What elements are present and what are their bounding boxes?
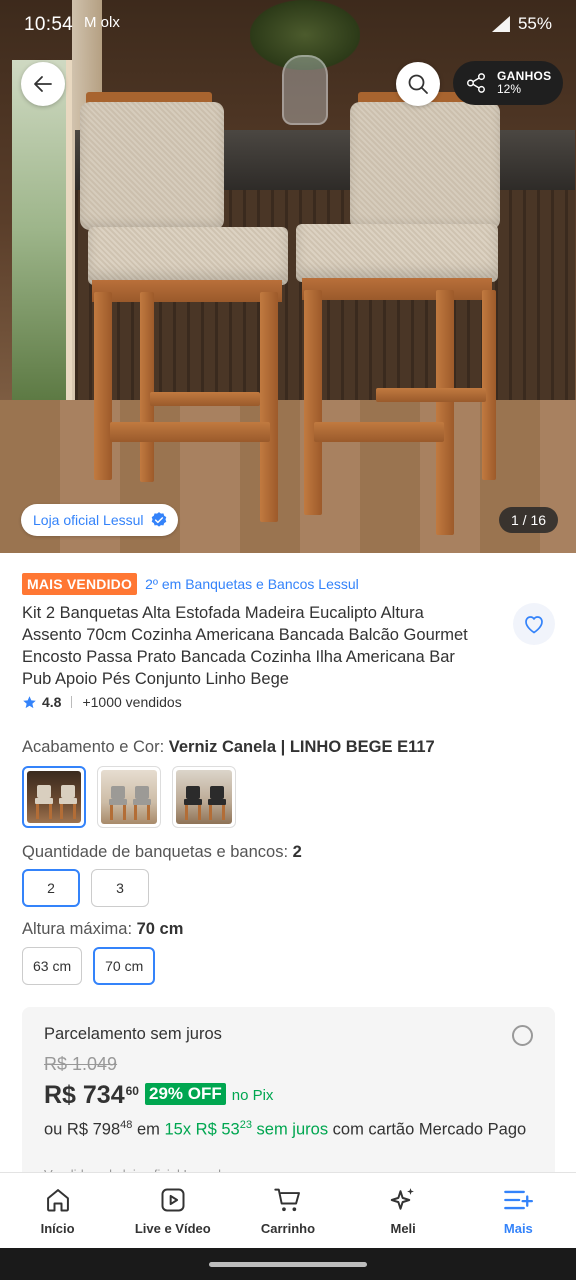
- nav-label-mais: Mais: [503, 1221, 533, 1236]
- discount-badge: 29% OFF: [144, 1083, 226, 1105]
- installment-connector: em: [132, 1120, 165, 1139]
- status-app-icons: M olx: [84, 14, 120, 31]
- rating-row[interactable]: 4.8 +1000 vendidos: [22, 694, 182, 710]
- finish-option-label: Acabamento e Cor: Verniz Canela | LINHO …: [22, 738, 435, 757]
- category-rank-link[interactable]: 2º em Banquetas e Bancos Lessul: [145, 576, 359, 592]
- finish-value: Verniz Canela | LINHO BEGE E117: [168, 738, 435, 756]
- heart-icon: [525, 616, 543, 634]
- status-bar: 10:54 M olx 55%: [0, 0, 576, 52]
- quantity-option-2[interactable]: 2: [22, 869, 80, 907]
- star-icon: [23, 695, 36, 708]
- quantity-value: 2: [292, 843, 302, 861]
- system-gesture-bar: [0, 1248, 576, 1280]
- current-price-cents: 60: [125, 1084, 139, 1098]
- share-percent: 12%: [497, 82, 522, 96]
- product-title: Kit 2 Banquetas Alta Estofada Madeira Eu…: [22, 604, 468, 688]
- back-button[interactable]: [21, 62, 65, 106]
- favorite-button[interactable]: [513, 603, 555, 645]
- installment-title: Parcelamento sem juros: [44, 1025, 222, 1043]
- nav-item-mais[interactable]: Mais: [468, 1185, 568, 1236]
- nav-item-meli[interactable]: Meli: [353, 1185, 453, 1236]
- product-image-gallery[interactable]: 10:54 M olx 55% GANHOS 12% Loja oficial …: [0, 0, 576, 553]
- play-icon: [161, 1188, 185, 1212]
- nav-item-live-video[interactable]: Live e Vídeo: [123, 1185, 223, 1236]
- installment-plan: 15x R$ 53: [164, 1120, 240, 1139]
- gesture-handle[interactable]: [209, 1262, 367, 1267]
- sparkle-icon: [390, 1188, 415, 1210]
- product-tags: MAIS VENDIDO 2º em Banquetas e Bancos Le…: [22, 573, 359, 595]
- menu-icon: [504, 1190, 534, 1210]
- height-option-63[interactable]: 63 cm: [22, 947, 83, 985]
- status-time: 10:54: [24, 14, 74, 35]
- search-button[interactable]: [396, 62, 440, 106]
- swatch-option-gray[interactable]: [97, 766, 161, 828]
- height-option-70[interactable]: 70 cm: [93, 947, 156, 985]
- swatch-option-black[interactable]: [172, 766, 236, 828]
- quantity-option-3[interactable]: 3: [91, 869, 149, 907]
- rating-divider: [71, 696, 73, 708]
- arrow-left-icon: [34, 76, 52, 92]
- installment-total: ou R$ 798: [44, 1120, 121, 1139]
- nav-label-meli: Meli: [390, 1221, 416, 1236]
- status-indicators: 55%: [491, 14, 552, 34]
- signal-icon: [491, 16, 510, 32]
- quantity-label: Quantidade de banquetas e bancos:: [22, 843, 293, 861]
- share-icon: [467, 73, 485, 93]
- installment-text: ou R$ 79848 em 15x R$ 5323 sem juros com…: [44, 1113, 539, 1142]
- battery-level: 55%: [517, 14, 552, 33]
- quantity-options: 2 3: [22, 869, 149, 907]
- cart-icon: [274, 1188, 300, 1212]
- image-counter: 1 / 16: [499, 507, 559, 533]
- pix-label: no Pix: [231, 1087, 274, 1104]
- nav-label-live-video: Live e Vídeo: [134, 1221, 211, 1236]
- nav-label-inicio: Início: [40, 1221, 75, 1236]
- search-icon: [408, 74, 428, 94]
- installment-interest-free: sem juros: [251, 1120, 329, 1139]
- height-value: 70 cm: [136, 920, 184, 938]
- nav-item-carrinho[interactable]: Carrinho: [238, 1185, 338, 1236]
- share-earnings-button[interactable]: GANHOS 12%: [453, 61, 563, 105]
- bottom-navigation: Início Live e Vídeo Carrinho Meli Mais: [0, 1172, 576, 1248]
- best-seller-badge: MAIS VENDIDO: [22, 573, 138, 595]
- installment-card-text: com cartão Mercado Pago: [328, 1120, 527, 1139]
- home-icon: [46, 1189, 69, 1212]
- swatch-verniz-canela-linho-bege[interactable]: [22, 766, 86, 828]
- stool-right-image: [296, 92, 506, 542]
- quantity-option-label: Quantidade de banquetas e bancos: 2: [22, 843, 302, 862]
- payment-option-radio[interactable]: [512, 1025, 533, 1046]
- current-price-row: R$ 734 60 29% OFF no Pix: [44, 1081, 273, 1110]
- nav-item-inicio[interactable]: Início: [8, 1185, 108, 1236]
- official-store-label: Loja oficial Lessul: [33, 512, 144, 528]
- rating-score: 4.8: [42, 694, 62, 710]
- official-store-badge[interactable]: Loja oficial Lessul: [21, 504, 178, 536]
- verified-icon: [151, 512, 166, 527]
- finish-label: Acabamento e Cor:: [22, 738, 169, 756]
- height-options: 63 cm 70 cm: [22, 947, 156, 985]
- height-option-label: Altura máxima: 70 cm: [22, 920, 183, 939]
- stool-left-image: [80, 92, 290, 542]
- installment-plan-cents: 23: [239, 1119, 252, 1131]
- installment-total-cents: 48: [120, 1119, 133, 1131]
- sold-count: +1000 vendidos: [82, 694, 182, 710]
- original-price: R$ 1.049: [44, 1054, 118, 1074]
- nav-label-carrinho: Carrinho: [260, 1221, 316, 1236]
- height-label: Altura máxima:: [22, 920, 137, 938]
- current-price: R$ 734: [44, 1081, 125, 1109]
- window-background: [12, 60, 72, 400]
- finish-swatches: [22, 766, 236, 828]
